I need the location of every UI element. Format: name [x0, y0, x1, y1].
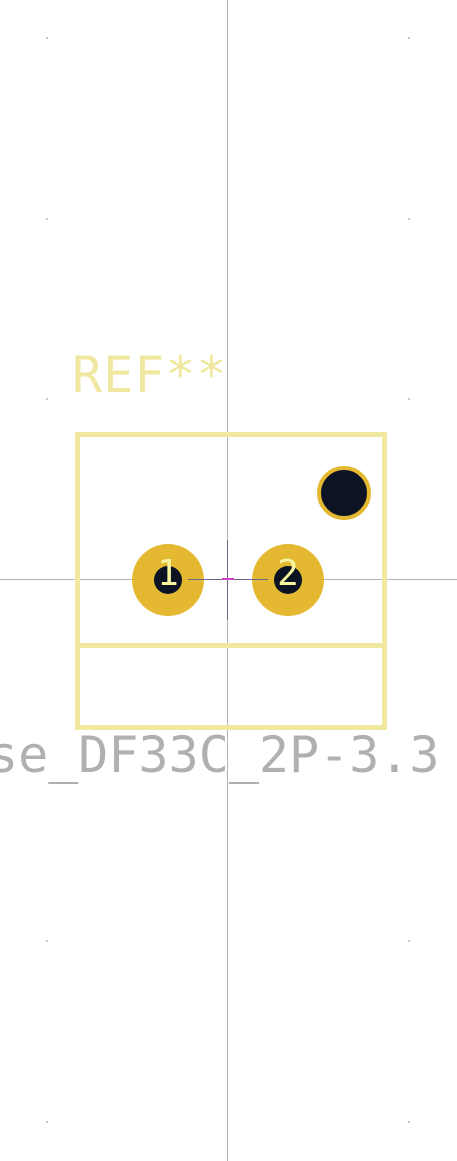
grid-dot: [408, 1121, 410, 1123]
anchor-marker-vertical: [227, 540, 228, 620]
anchor-center-mark: [222, 578, 234, 580]
pad-number: 2: [277, 553, 299, 594]
grid-dot: [408, 218, 410, 220]
grid-dot: [46, 940, 48, 942]
reference-designator[interactable]: REF**: [72, 350, 228, 400]
grid-dot: [408, 398, 410, 400]
pad-2[interactable]: 2: [252, 544, 324, 616]
pad-number: 1: [157, 553, 179, 594]
grid-dot: [46, 37, 48, 39]
mounting-hole[interactable]: [317, 466, 371, 520]
grid-dot: [46, 398, 48, 400]
footprint-editor-canvas[interactable]: REF** 1 2 se_DF33C_2P-3.3: [0, 0, 457, 1161]
grid-dot: [408, 37, 410, 39]
silkscreen-divider[interactable]: [75, 643, 382, 648]
footprint-value-text[interactable]: se_DF33C_2P-3.3: [0, 730, 440, 780]
grid-dot: [46, 1121, 48, 1123]
grid-dot: [46, 218, 48, 220]
pad-1[interactable]: 1: [132, 544, 204, 616]
grid-dot: [408, 940, 410, 942]
